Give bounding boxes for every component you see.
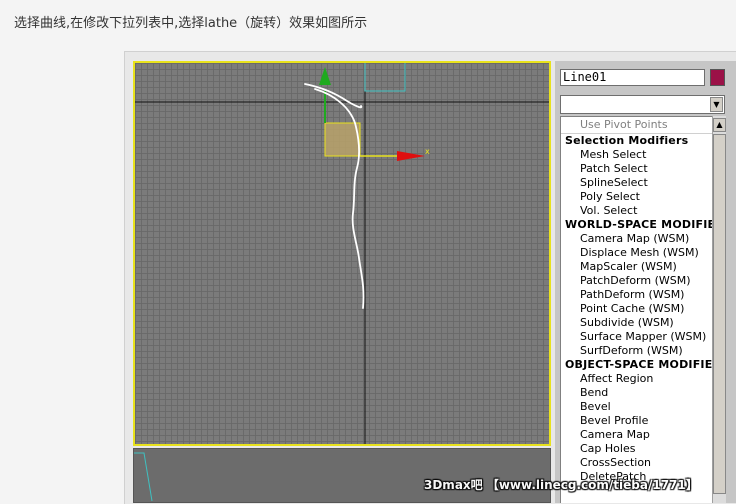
scroll-thumb[interactable] [713, 134, 726, 494]
list-section-header: WORLD-SPACE MODIFIE [565, 218, 712, 231]
y-axis-arrow-icon [319, 67, 331, 85]
list-item[interactable]: PatchDeform (WSM) [561, 274, 712, 288]
list-item-use-pivot-points[interactable]: Use Pivot Points [561, 117, 712, 134]
pivot-gizmo-box [324, 122, 361, 157]
list-item[interactable]: Mesh Select [561, 148, 712, 162]
svg-text:x: x [425, 147, 430, 156]
list-item[interactable]: SplineSelect [561, 176, 712, 190]
scroll-up-arrow-icon[interactable]: ▲ [713, 118, 726, 132]
list-item[interactable]: Poly Select [561, 190, 712, 204]
list-item[interactable]: CrossSection [561, 456, 712, 470]
dropdown-arrow-icon[interactable]: ▼ [710, 97, 723, 112]
spline-profile-line01 [304, 83, 365, 309]
list-item[interactable]: Affect Region [561, 372, 712, 386]
list-section-header: OBJECT-SPACE MODIFIE [565, 358, 712, 371]
caption-text: 选择曲线,在修改下拉列表中,选择lathe（旋转）效果如图所示 [14, 16, 368, 31]
list-item[interactable]: Displace Mesh (WSM) [561, 246, 712, 260]
list-item[interactable]: Cap Holes [561, 442, 712, 456]
modifier-list-scrollbar[interactable]: ▲ [712, 116, 726, 503]
list-item[interactable]: MapScaler (WSM) [561, 260, 712, 274]
viewport-scene: x [135, 63, 549, 444]
watermark-text: 3Dmax吧 【www.linecg.com/tieba/1771】 [424, 478, 698, 492]
list-section-header: Selection Modifiers [565, 134, 689, 147]
list-item[interactable]: Point Cache (WSM) [561, 302, 712, 316]
object-color-swatch[interactable] [710, 69, 725, 86]
list-item[interactable]: Camera Map (WSM) [561, 232, 712, 246]
list-item[interactable]: Vol. Select [561, 204, 712, 218]
modifier-list[interactable]: Use Pivot Points Selection Modifiers Mesh… [560, 116, 712, 503]
list-item[interactable]: Patch Select [561, 162, 712, 176]
viewport-top[interactable]: x [133, 61, 551, 446]
list-item[interactable]: SurfDeform (WSM) [561, 344, 712, 358]
cyan-bounding-box [364, 63, 406, 92]
list-item[interactable]: Subdivide (WSM) [561, 316, 712, 330]
modifier-list-dropdown[interactable]: ▼ [560, 95, 725, 114]
list-item[interactable]: PathDeform (WSM) [561, 288, 712, 302]
list-item[interactable]: Bevel [561, 400, 712, 414]
list-item[interactable]: Camera Map [561, 428, 712, 442]
list-item[interactable]: Bevel Profile [561, 414, 712, 428]
list-item[interactable]: Bend [561, 386, 712, 400]
object-name-field[interactable]: Line01 [560, 69, 705, 86]
x-axis-arrow-icon [397, 151, 425, 161]
list-item[interactable]: Surface Mapper (WSM) [561, 330, 712, 344]
